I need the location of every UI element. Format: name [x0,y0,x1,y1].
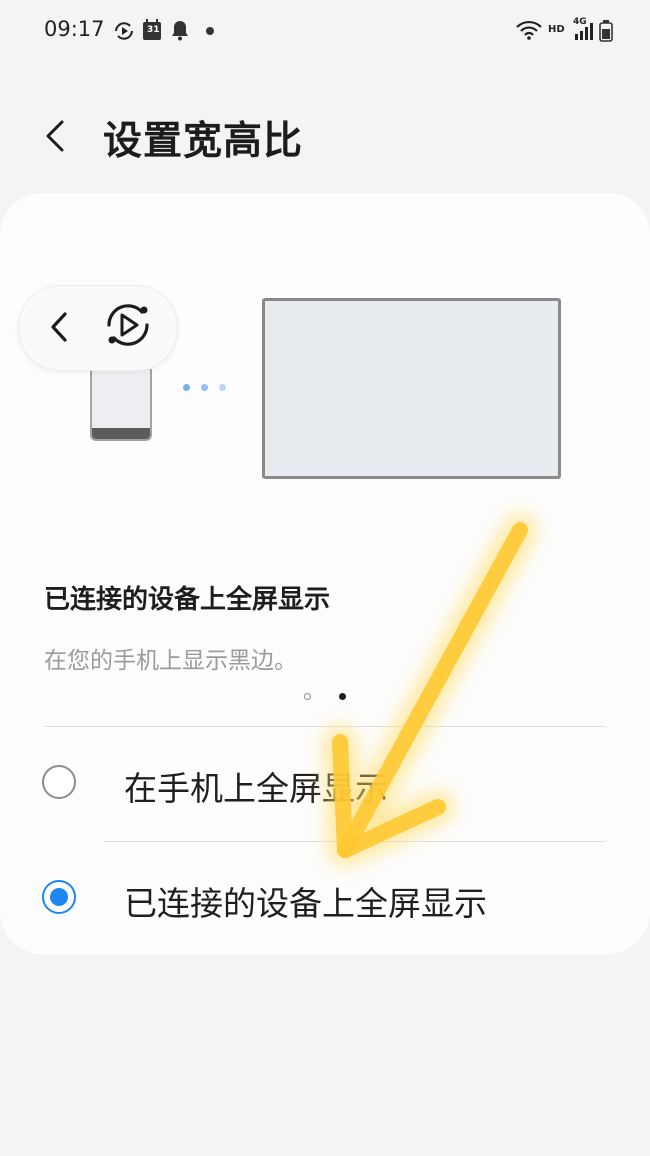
back-button[interactable] [36,110,80,160]
connection-dot [201,384,208,391]
wifi-icon [516,20,542,40]
page-indicator-dot[interactable] [304,693,311,700]
illustration [0,193,650,533]
section-title: 已连接的设备上全屏显示 [44,585,331,615]
settings-card: 已连接的设备上全屏显示 在您的手机上显示黑边。 在手机上全屏显示 已连接的设备上… [0,193,650,954]
radio-button-device-fullscreen[interactable] [42,880,76,914]
cast-play-icon [107,304,149,346]
sync-play-icon [115,22,133,40]
network-hd-label: HD [548,24,565,35]
page-title: 设置宽高比 [103,119,304,164]
mini-toolbar-illustration [18,285,178,371]
dot-icon [206,27,214,35]
status-time: 09:17 [44,17,105,41]
section-description: 在您的手机上显示黑边。 [44,648,297,674]
back-chevron-icon [46,120,64,152]
header: 设置宽高比 [0,90,650,190]
option-label: 在手机上全屏显示 [124,769,388,808]
phone-bottom-bar [92,428,150,439]
option-phone-fullscreen[interactable]: 在手机上全屏显示 [0,727,650,841]
option-device-fullscreen[interactable]: 已连接的设备上全屏显示 [0,842,650,956]
signal-icon [575,23,593,40]
back-chevron-icon [51,312,67,342]
calendar-day: 31 [147,25,160,35]
battery-icon [599,20,613,42]
phone-illustration [90,369,152,441]
status-bar: 09:17 31 HD 4G [0,0,650,62]
option-label: 已连接的设备上全屏显示 [124,884,487,923]
monitor-illustration [262,298,561,479]
bell-icon [172,21,188,41]
connection-dot [183,384,190,391]
radio-button-phone-fullscreen[interactable] [42,765,76,799]
connection-dot [219,384,226,391]
page-indicator-dot-active[interactable] [339,693,346,700]
